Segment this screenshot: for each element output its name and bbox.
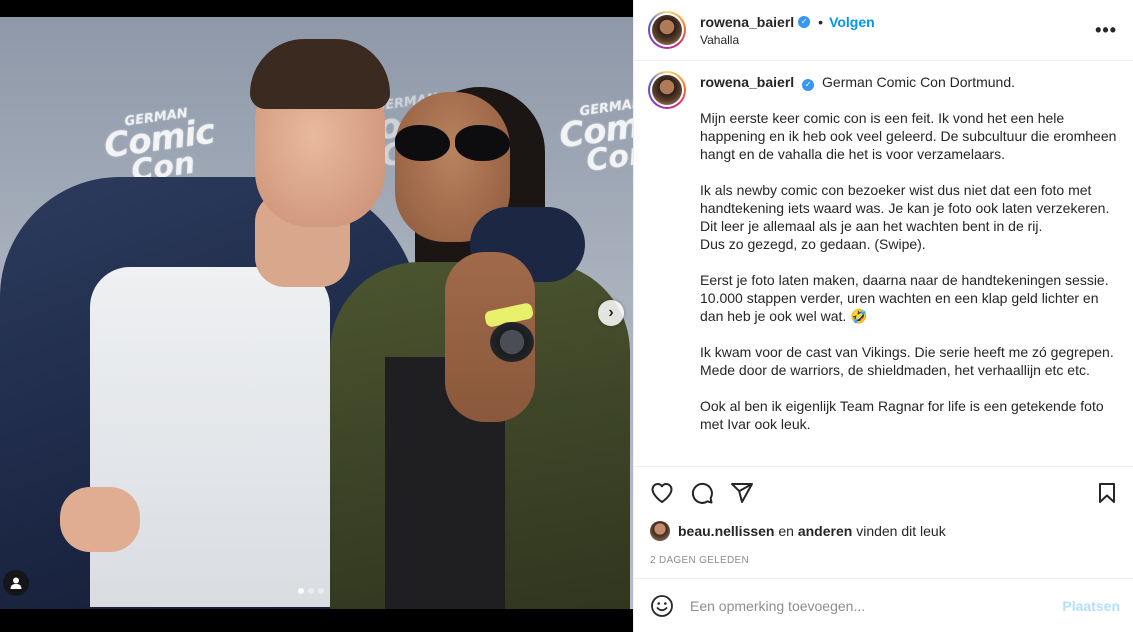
man-shirt	[90, 267, 330, 607]
caption-paragraph: Ik kwam voor de cast van Vikings. Die se…	[700, 344, 1114, 378]
next-photo-button[interactable]: ›	[598, 300, 624, 326]
like-button[interactable]	[650, 481, 674, 505]
likes-connector: en	[778, 523, 794, 539]
caption-body: rowena_baierl ✓ German Comic Con Dortmund…	[700, 71, 1119, 433]
caption: rowena_baierl ✓ German Comic Con Dortmund…	[648, 71, 1119, 433]
header-text: rowena_baierl ✓ • Volgen Vahalla	[700, 14, 1095, 47]
comment-input[interactable]	[690, 597, 1063, 614]
likes-others-link[interactable]: anderen	[798, 523, 852, 539]
save-button[interactable]	[1095, 481, 1119, 505]
man-hand	[60, 487, 140, 552]
post-photo[interactable]: GERMAN Comic Con GERMAN Comic Con GERMAN…	[0, 17, 633, 609]
share-button[interactable]	[730, 481, 754, 505]
follow-button[interactable]: Volgen	[829, 14, 875, 30]
likes-suffix: vinden dit leuk	[856, 523, 946, 539]
carousel-dot	[308, 588, 314, 594]
heart-icon	[651, 483, 673, 503]
action-bar	[634, 467, 1133, 519]
carousel-dot	[318, 588, 324, 594]
comment-bar: Plaatsen	[634, 578, 1133, 632]
verified-badge-icon: ✓	[798, 15, 811, 28]
emoji-icon	[651, 594, 673, 617]
post-sidebar: rowena_baierl ✓ • Volgen Vahalla ••• row…	[633, 0, 1133, 632]
caption-username[interactable]: rowena_baierl	[700, 74, 794, 90]
post-timestamp[interactable]: 2 DAGEN GELEDEN	[634, 555, 1133, 566]
watch	[490, 322, 534, 362]
location-link[interactable]: Vahalla	[700, 33, 1095, 47]
caption-area: rowena_baierl ✓ German Comic Con Dortmund…	[634, 61, 1133, 467]
liker-username[interactable]: beau.nellissen	[678, 523, 774, 539]
likes-summary: beau.nellissen en anderen vinden dit leu…	[634, 519, 1133, 543]
header-username[interactable]: rowena_baierl	[700, 14, 794, 30]
caption-paragraph: Ook al ben ik eigenlijk Team Ragnar for …	[700, 398, 1104, 432]
caption-paragraph: Ik als newby comic con bezoeker wist dus…	[700, 182, 1110, 252]
sunglasses	[395, 125, 515, 165]
avatar[interactable]	[648, 11, 686, 49]
comment-button[interactable]	[690, 481, 714, 505]
emoji-button[interactable]	[650, 594, 674, 618]
carousel-dot	[298, 588, 304, 594]
comment-icon	[691, 482, 713, 504]
man-hair	[250, 39, 390, 109]
post-comment-button[interactable]: Plaatsen	[1062, 598, 1120, 614]
share-icon	[731, 483, 753, 503]
bookmark-icon	[1099, 483, 1115, 503]
caption-avatar[interactable]	[648, 71, 686, 109]
post-header: rowena_baierl ✓ • Volgen Vahalla •••	[634, 0, 1133, 61]
more-options-icon[interactable]: •••	[1095, 21, 1117, 39]
separator-dot: •	[818, 13, 824, 30]
backdrop-logo-right: GERMAN Comic Con	[556, 95, 633, 180]
caption-paragraph: Eerst je foto laten maken, daarna naar d…	[700, 272, 1109, 324]
liker-avatar[interactable]	[650, 521, 670, 541]
caption-headline: German Comic Con Dortmund.	[822, 74, 1015, 90]
verified-badge-icon: ✓	[802, 79, 815, 91]
caption-paragraph: Mijn eerste keer comic con is een feit. …	[700, 110, 1117, 162]
photo-pane: GERMAN Comic Con GERMAN Comic Con GERMAN…	[0, 0, 633, 632]
user-icon	[10, 577, 22, 589]
tagged-users-button[interactable]	[3, 570, 29, 596]
chevron-right-icon: ›	[608, 304, 614, 321]
carousel-indicator	[298, 588, 324, 594]
